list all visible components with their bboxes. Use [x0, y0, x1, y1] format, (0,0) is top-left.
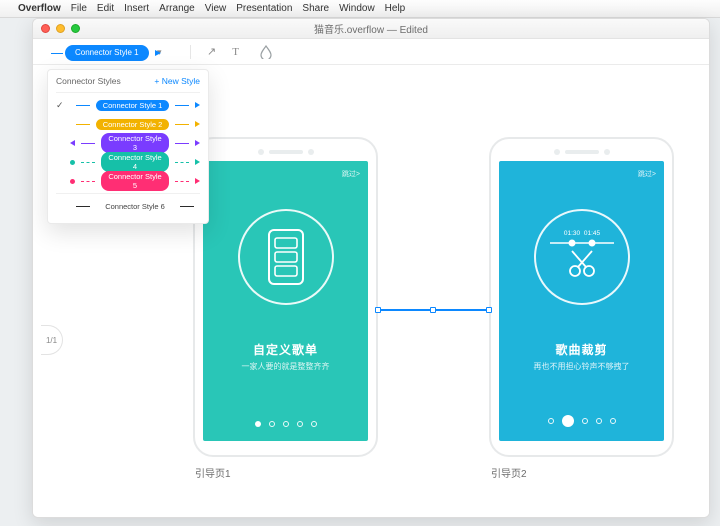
line-start-cap-icon [70, 160, 75, 165]
page-dot[interactable] [269, 421, 275, 427]
page-indicator[interactable]: 1/1 [41, 325, 63, 355]
menu-share[interactable]: Share [302, 3, 329, 14]
page-dot[interactable] [596, 418, 602, 424]
connector-styles-panel: Connector Styles + New Style ✓ Connector … [47, 69, 209, 224]
connector-style-label: Connector Style 1 [75, 48, 139, 57]
page-dot[interactable] [255, 421, 261, 427]
connector-style-pill: Connector Style 1 [65, 45, 149, 61]
menu-help[interactable]: Help [385, 3, 406, 14]
playlist-icon [263, 228, 309, 286]
line-end-cap-icon [195, 178, 200, 184]
color-tool-icon[interactable] [259, 45, 273, 59]
connector-style-row[interactable]: Connector Style 4 [56, 153, 200, 171]
page-dot[interactable] [610, 418, 616, 424]
window-titlebar[interactable]: 猫音乐.overflow — Edited [33, 19, 709, 39]
style-label: Connector Style 1 [96, 100, 169, 111]
page-dot[interactable] [582, 418, 588, 424]
line-end-cap-icon [195, 121, 200, 127]
line-end-cap-icon [195, 159, 200, 165]
page-dot[interactable] [283, 421, 289, 427]
line-preview [81, 162, 95, 163]
page-dot[interactable] [297, 421, 303, 427]
connector-style-row[interactable]: Connector Style 2 [56, 115, 200, 133]
artboard-left[interactable]: 跳过> 自定义歌单 一家人要的就是整整齐齐 [193, 137, 378, 457]
time-b: 01:45 [583, 230, 600, 237]
trim-icon: 01:30 01:45 [542, 227, 622, 287]
style-label: Connector Style 6 [96, 201, 174, 212]
line-preview [175, 162, 189, 163]
screen-title-right: 歌曲裁剪 [499, 341, 664, 358]
new-style-button[interactable]: + New Style [154, 76, 200, 86]
line-preview [180, 206, 194, 207]
skip-button-left[interactable]: 跳过> [342, 169, 360, 179]
connector-style-row[interactable]: ✓ Connector Style 1 [56, 96, 200, 114]
hero-illustration-right: 01:30 01:45 [534, 209, 630, 305]
line-preview [175, 105, 189, 106]
page-dot[interactable] [562, 415, 574, 427]
style-label: Connector Style 4 [101, 152, 169, 172]
connector-style-dropdown[interactable]: Connector Style 1 ▾ [65, 42, 162, 61]
screen-title-left: 自定义歌单 [203, 341, 368, 358]
menu-insert[interactable]: Insert [124, 3, 149, 14]
connector-handle-mid[interactable] [430, 307, 436, 313]
style-label: Connector Style 3 [101, 133, 169, 153]
screen-right: 跳过> 01:30 01:45 歌曲裁剪 再也不用 [499, 161, 664, 441]
phone-earpiece [204, 149, 367, 155]
line-preview [76, 206, 90, 207]
menu-file[interactable]: File [71, 3, 87, 14]
connector-handle-start[interactable] [375, 307, 381, 313]
menu-window[interactable]: Window [339, 3, 375, 14]
connector-style-row[interactable]: Connector Style 5 [56, 172, 200, 190]
page-dots-right[interactable] [499, 415, 664, 427]
line-start-cap-icon [70, 140, 75, 146]
app-window: 猫音乐.overflow — Edited Connector Style 1 … [32, 18, 710, 518]
line-end-cap-icon [195, 140, 200, 146]
line-preview [81, 143, 95, 144]
window-title: 猫音乐.overflow — Edited [33, 21, 709, 36]
toolbar: Connector Style 1 ▾ ↗ T [33, 39, 709, 65]
menu-arrange[interactable]: Arrange [159, 3, 195, 14]
connector-tool-icon[interactable]: ↗ [205, 45, 219, 59]
page-dots-left[interactable] [203, 421, 368, 427]
line-end-cap-icon [195, 102, 200, 108]
hero-illustration-left [238, 209, 334, 305]
line-preview [175, 124, 189, 125]
app-name[interactable]: Overflow [18, 3, 61, 14]
mac-menubar: Overflow File Edit Insert Arrange View P… [0, 0, 720, 18]
skip-button-right[interactable]: 跳过> [638, 169, 656, 179]
line-preview [76, 124, 90, 125]
time-a: 01:30 [563, 230, 580, 237]
style-label: Connector Style 2 [96, 119, 169, 130]
menu-presentation[interactable]: Presentation [236, 3, 292, 14]
page-dot[interactable] [548, 418, 554, 424]
check-icon: ✓ [56, 100, 64, 111]
connector-style-row[interactable]: Connector Style 6 [56, 197, 200, 215]
line-preview [81, 181, 95, 182]
phone-earpiece [500, 149, 663, 155]
connector-style-row[interactable]: Connector Style 3 [56, 134, 200, 152]
line-preview [76, 105, 90, 106]
screen-subtitle-right: 再也不用担心铃声不够拽了 [499, 361, 664, 372]
style-label: Connector Style 5 [101, 171, 169, 191]
menu-edit[interactable]: Edit [97, 3, 114, 14]
line-preview [175, 143, 189, 144]
screen-subtitle-left: 一家人要的就是整整齐齐 [203, 361, 368, 372]
line-start-cap-icon [70, 179, 75, 184]
screen-left: 跳过> 自定义歌单 一家人要的就是整整齐齐 [203, 161, 368, 441]
connector-handle-end[interactable] [486, 307, 492, 313]
artboard-caption-right: 引导页2 [491, 465, 527, 480]
artboard-right[interactable]: 跳过> 01:30 01:45 歌曲裁剪 再也不用 [489, 137, 674, 457]
page-dot[interactable] [311, 421, 317, 427]
toolbar-separator [190, 45, 191, 59]
text-tool-icon[interactable]: T [229, 45, 243, 59]
line-preview [175, 181, 189, 182]
connector-styles-title: Connector Styles [56, 76, 121, 86]
artboard-caption-left: 引导页1 [195, 465, 231, 480]
menu-view[interactable]: View [205, 3, 227, 14]
